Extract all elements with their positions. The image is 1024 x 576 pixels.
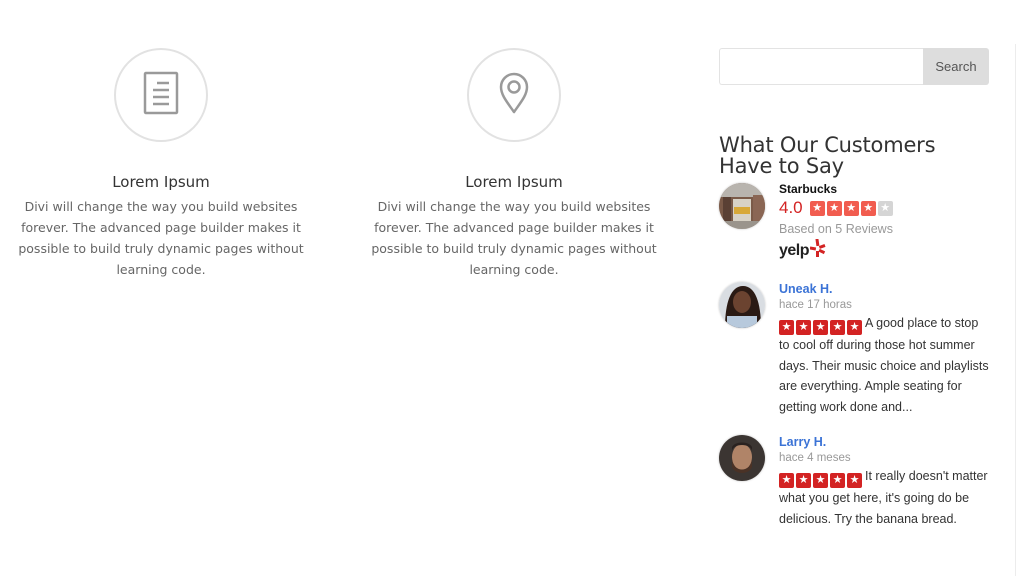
feature-blurb: Lorem Ipsum Divi will change the way you… xyxy=(369,48,659,280)
star-filled-icon: ★ xyxy=(847,473,862,488)
review-count: Based on 5 Reviews xyxy=(779,222,893,236)
reviewer-name[interactable]: Larry H. xyxy=(779,435,989,450)
search-button[interactable]: Search xyxy=(923,48,989,85)
star-filled-icon: ★ xyxy=(826,200,842,216)
review-item: Uneak H. hace 17 horas ★ ★ ★ ★ ★ A good place… xyxy=(719,282,989,417)
business-name[interactable]: Starbucks xyxy=(779,182,893,196)
star-empty-icon: ★ xyxy=(877,200,893,216)
feature-blurb: Lorem Ipsum Divi will change the way you… xyxy=(16,48,306,280)
star-filled-icon: ★ xyxy=(809,200,825,216)
review-stars: ★ ★ ★ ★ ★ xyxy=(779,320,862,335)
star-filled-icon: ★ xyxy=(830,320,845,335)
review-time: hace 4 meses xyxy=(779,452,851,464)
rating-stars: ★ ★ ★ ★ ★ xyxy=(809,200,893,216)
star-filled-icon: ★ xyxy=(847,320,862,335)
sidebar: Search What Our Customers Have to Say St… xyxy=(719,48,989,529)
star-filled-icon: ★ xyxy=(813,320,828,335)
reviewer-name[interactable]: Uneak H. xyxy=(779,282,989,297)
yelp-logo[interactable]: yelp xyxy=(779,238,893,262)
star-filled-icon: ★ xyxy=(779,473,794,488)
search-form: Search xyxy=(719,48,989,85)
star-filled-icon: ★ xyxy=(843,200,859,216)
widget-title: What Our Customers Have to Say xyxy=(719,133,936,178)
business-summary: Starbucks 4.0 ★ ★ ★ ★ ★ Based on 5 Reviews y… xyxy=(719,182,989,262)
document-icon xyxy=(141,71,181,119)
star-filled-icon: ★ xyxy=(796,320,811,335)
star-filled-icon: ★ xyxy=(830,473,845,488)
reviewer-avatar[interactable] xyxy=(719,435,765,481)
icon-circle xyxy=(467,48,561,142)
search-input[interactable] xyxy=(719,48,923,85)
business-photo[interactable] xyxy=(719,183,765,229)
icon-circle xyxy=(114,48,208,142)
star-filled-icon: ★ xyxy=(779,320,794,335)
blurb-title: Lorem Ipsum xyxy=(465,173,563,191)
business-rating: 4.0 xyxy=(779,198,803,217)
map-pin-icon xyxy=(497,71,531,119)
review-item: Larry H. hace 4 meses ★ ★ ★ ★ ★ It really doe… xyxy=(719,435,989,529)
blurb-text: Divi will change the way you build websi… xyxy=(371,199,657,277)
review-time: hace 17 horas xyxy=(779,299,852,311)
blurb-text: Divi will change the way you build websi… xyxy=(18,199,304,277)
star-filled-icon: ★ xyxy=(813,473,828,488)
column-divider xyxy=(1015,44,1016,576)
review-stars: ★ ★ ★ ★ ★ xyxy=(779,473,862,488)
reviewer-avatar[interactable] xyxy=(719,282,765,328)
blurb-title: Lorem Ipsum xyxy=(112,173,210,191)
star-filled-icon: ★ xyxy=(860,200,876,216)
star-filled-icon: ★ xyxy=(796,473,811,488)
yelp-burst-icon xyxy=(809,238,826,262)
